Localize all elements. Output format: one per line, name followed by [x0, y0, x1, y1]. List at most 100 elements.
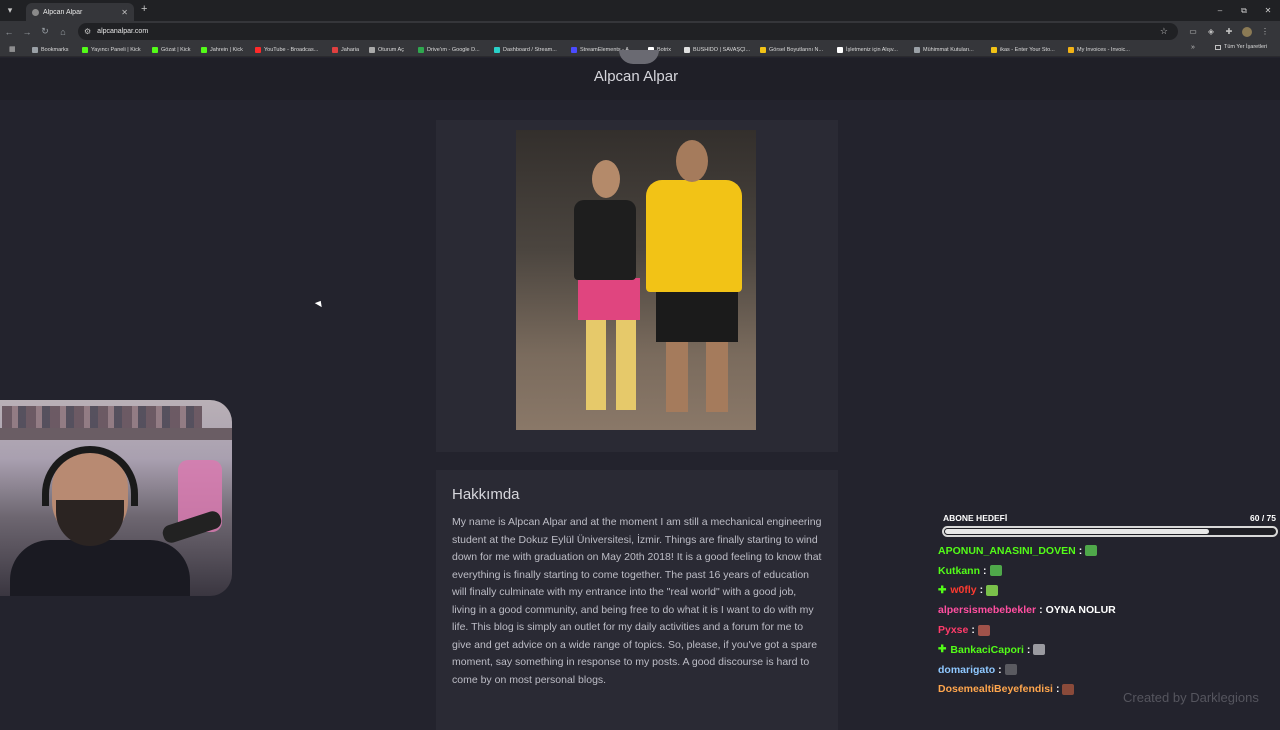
- back-icon[interactable]: ←: [0, 21, 18, 42]
- site-avatar: [619, 50, 659, 64]
- subscriber-badge-icon: ✚: [938, 644, 947, 656]
- bookmark-label: Dashboard / Stream...: [503, 46, 557, 53]
- bookmark-item[interactable]: YouTube - Broadcas...: [255, 44, 318, 55]
- bookmark-favicon-icon: [760, 46, 766, 53]
- bookmark-item[interactable]: My Invoices - Invoic...: [1068, 44, 1130, 55]
- bookmark-item[interactable]: Yayıncı Paneli | Kick: [82, 44, 141, 55]
- bookmark-item[interactable]: Drive'ım - Google D...: [418, 44, 480, 55]
- browser-tab-bar: ▾ Alpcan Alpar ✕ + – ⧉ ✕: [0, 0, 1280, 21]
- bookmark-item[interactable]: Oturum Aç: [369, 44, 404, 55]
- bookmark-label: Jahrein | Kick: [210, 46, 243, 53]
- chat-emote-icon: [986, 584, 999, 596]
- site-title[interactable]: Alpcan Alpar: [0, 68, 1272, 85]
- bookmark-label: YouTube - Broadcas...: [264, 46, 319, 53]
- bookmark-favicon-icon: [32, 46, 38, 53]
- chat-message: Pyxse:: [938, 620, 1278, 640]
- bookmark-star-icon[interactable]: ☆: [1160, 26, 1168, 37]
- bookmark-favicon-icon: [914, 46, 920, 53]
- bookmark-item[interactable]: Jaharia: [332, 44, 359, 55]
- goal-progress-bar: [942, 526, 1278, 537]
- webcam-overlay: [0, 400, 232, 596]
- bookmark-favicon-icon: [369, 46, 375, 53]
- folder-icon: [1215, 44, 1221, 50]
- cast-icon[interactable]: ▭: [1184, 27, 1202, 36]
- chat-message: ✚ BankaciCapori:: [938, 640, 1278, 660]
- bookmark-favicon-icon: [1068, 46, 1074, 53]
- chat-separator: :: [983, 564, 987, 577]
- bookmark-label: BUSHIDO | SAVAŞÇI...: [693, 46, 751, 53]
- bookmark-label: Mühimmat Kutuları...: [923, 46, 974, 53]
- puzzle-icon[interactable]: ✚: [1220, 27, 1238, 36]
- tab-close-icon[interactable]: ✕: [121, 8, 128, 17]
- bookmark-favicon-icon: [494, 46, 500, 53]
- bookmark-label: Botrix: [657, 46, 672, 53]
- watermark: Created by Darklegions: [1123, 690, 1259, 705]
- chat-message: domarigato:: [938, 660, 1278, 680]
- bookmark-label: Bookmarks: [41, 46, 69, 53]
- site-info-icon[interactable]: ⚙: [84, 27, 91, 36]
- close-window-button[interactable]: ✕: [1256, 0, 1280, 21]
- bookmark-label: Görsel Boyutlarını N...: [769, 46, 824, 53]
- browser-tab[interactable]: Alpcan Alpar ✕: [26, 3, 134, 21]
- about-card: Hakkımda My name is Alpcan Alpar and at …: [436, 470, 838, 730]
- goal-label: ABONE HEDEFİ: [943, 513, 1008, 523]
- chat-username: APONUN_ANASINI_DOVEN: [938, 544, 1076, 557]
- reload-icon[interactable]: ↻: [36, 21, 54, 42]
- chat-message: ✚ w0fly:: [938, 581, 1278, 601]
- bookmark-item[interactable]: BUSHIDO | SAVAŞÇI...: [684, 44, 750, 55]
- all-bookmarks-folder[interactable]: Tüm Yer İşaretleri: [1215, 44, 1267, 50]
- url-text: alpcanalpar.com: [97, 28, 149, 35]
- bookmark-favicon-icon: [684, 46, 690, 53]
- bookmark-label: Jaharia: [341, 46, 360, 53]
- chat-separator: :: [998, 663, 1002, 676]
- bookmark-favicon-icon: [201, 46, 207, 53]
- goal-count: 60 / 75: [1250, 513, 1276, 523]
- tab-title: Alpcan Alpar: [43, 8, 83, 16]
- subscriber-badge-icon: ✚: [938, 584, 947, 596]
- bookmark-label: Drive'ım - Google D...: [427, 46, 480, 53]
- bookmark-favicon-icon: [991, 46, 997, 53]
- bookmark-favicon-icon: [418, 46, 424, 53]
- window-controls: – ⧉ ✕: [1208, 0, 1280, 21]
- bookmark-item[interactable]: Gözat | Kick: [152, 44, 191, 55]
- chat-username: BankaciCapori: [950, 643, 1024, 656]
- chat-emote-icon: [1033, 644, 1046, 656]
- apps-grid-icon[interactable]: ▦: [9, 45, 16, 53]
- bookmark-item[interactable]: ikas - Enter Your Sto...: [991, 44, 1055, 55]
- menu-dots-icon[interactable]: ⋮: [1256, 27, 1274, 36]
- chat-separator: :: [1055, 683, 1060, 696]
- chat-text: OYNA NOLUR: [1045, 604, 1116, 617]
- bookmark-favicon-icon: [152, 46, 158, 53]
- extension-icon[interactable]: ◈: [1202, 27, 1220, 36]
- bookmark-item[interactable]: İşletmeniz için Alışv...: [837, 44, 898, 55]
- chat-username: alpersismebebekler: [938, 604, 1037, 617]
- profile-photo: [516, 130, 756, 430]
- tab-search-icon[interactable]: ▾: [0, 0, 20, 21]
- address-bar[interactable]: ⚙ alpcanalpar.com ☆: [78, 23, 1178, 40]
- chat-separator: :: [979, 584, 984, 597]
- chat-message: Kutkann:: [938, 561, 1278, 581]
- bookmark-item[interactable]: Mühimmat Kutuları...: [914, 44, 974, 55]
- bookmark-favicon-icon: [571, 46, 577, 53]
- chat-separator: :: [1039, 604, 1043, 617]
- home-icon[interactable]: ⌂: [54, 21, 72, 42]
- bookmark-favicon-icon: [332, 46, 338, 53]
- bookmark-item[interactable]: Görsel Boyutlarını N...: [760, 44, 823, 55]
- bookmark-label: Gözat | Kick: [161, 46, 191, 53]
- bookmarks-overflow-icon[interactable]: »: [1191, 44, 1195, 51]
- bookmark-item[interactable]: Bookmarks: [32, 44, 69, 55]
- browser-toolbar: ← → ↻ ⌂ ⚙ alpcanalpar.com ☆ ▭ ◈ ✚ ⋮: [0, 21, 1280, 42]
- bookmark-favicon-icon: [837, 46, 843, 53]
- minimize-button[interactable]: –: [1208, 0, 1232, 21]
- bookmark-item[interactable]: Jahrein | Kick: [201, 44, 243, 55]
- forward-icon[interactable]: →: [18, 21, 36, 42]
- restore-button[interactable]: ⧉: [1232, 0, 1256, 21]
- bookmark-label: İşletmeniz için Alışv...: [846, 46, 898, 53]
- chat-username: w0fly: [950, 584, 977, 597]
- photo-card: [436, 120, 838, 452]
- bookmark-item[interactable]: Dashboard / Stream...: [494, 44, 557, 55]
- about-heading: Hakkımda: [452, 486, 520, 503]
- new-tab-button[interactable]: +: [141, 3, 147, 15]
- chat-separator: :: [1026, 643, 1031, 656]
- profile-avatar-icon[interactable]: [1242, 26, 1252, 37]
